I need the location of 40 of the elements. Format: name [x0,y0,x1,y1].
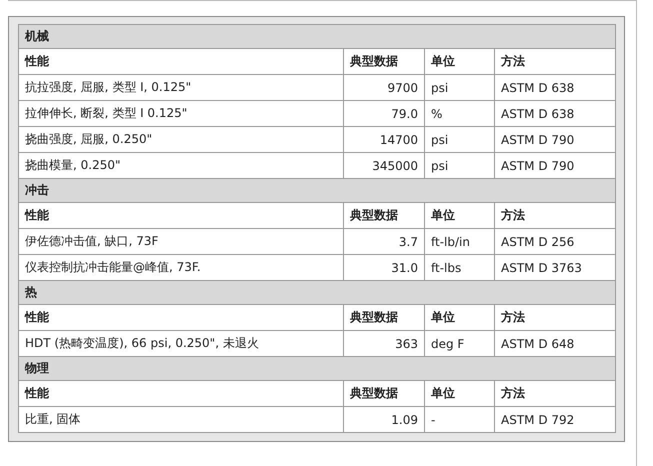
table-cell: ASTM D 638 [494,74,616,100]
column-header: 典型数据 [344,48,424,74]
section-header: 热 [18,280,616,304]
section-header: 物理 [18,356,616,380]
table-cell: ft-lb/in [424,228,494,254]
section-header: 机械 [18,24,616,48]
column-header: 方法 [494,304,616,330]
table-cell: ASTM D 792 [494,406,616,432]
table-cell: 3.7 [344,228,424,254]
column-header: 性能 [18,202,344,228]
table-cell: 79.0 [344,100,424,126]
table-cell: psi [424,74,494,100]
table-cell: 拉伸伸长, 断裂, 类型 I 0.125" [18,100,344,126]
section-header: 冲击 [18,178,616,202]
column-header: 单位 [424,202,494,228]
table-cell: 挠曲强度, 屈服, 0.250" [18,126,344,152]
table-cell: - [424,406,494,432]
column-header: 性能 [18,380,344,406]
table-cell: 伊佐德冲击值, 缺口, 73F [18,228,344,254]
column-header: 典型数据 [344,304,424,330]
table-cell: ASTM D 256 [494,228,616,254]
column-header: 性能 [18,304,344,330]
column-header: 方法 [494,380,616,406]
table-cell: ASTM D 638 [494,100,616,126]
table-cell: 9700 [344,74,424,100]
table-cell: psi [424,126,494,152]
column-header: 单位 [424,304,494,330]
column-header: 单位 [424,48,494,74]
column-header: 方法 [494,48,616,74]
column-header: 性能 [18,48,344,74]
column-header: 单位 [424,380,494,406]
column-header: 典型数据 [344,380,424,406]
column-header: 典型数据 [344,202,424,228]
table-cell: 14700 [344,126,424,152]
column-header: 方法 [494,202,616,228]
table-cell: % [424,100,494,126]
table-cell: 抗拉强度, 屈服, 类型 I, 0.125" [18,74,344,100]
table-cell: 比重, 固体 [18,406,344,432]
table-cell: ASTM D 790 [494,126,616,152]
table-cell: 1.09 [344,406,424,432]
